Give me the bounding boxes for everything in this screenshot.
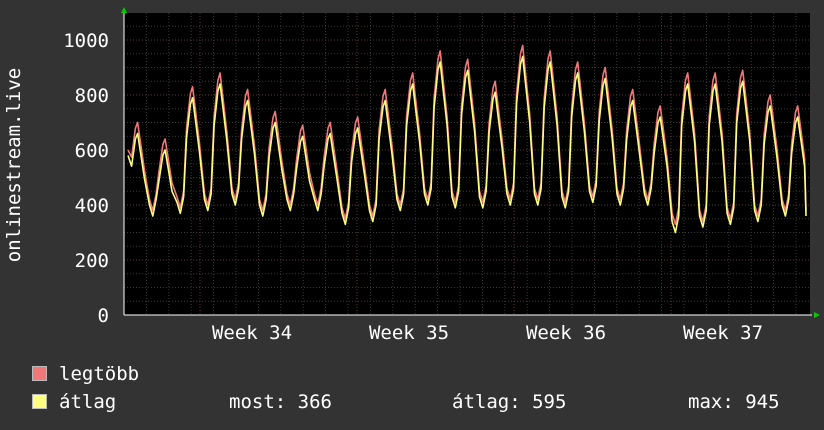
y-tick-labels: 0 200 400 600 800 1000 — [63, 30, 109, 327]
y-axis-arrow — [121, 7, 127, 13]
legend-label-avg: átlag — [59, 391, 117, 413]
y-tick-label: 800 — [75, 85, 109, 107]
legend-swatch-avg — [32, 394, 47, 409]
y-tick-label: 1000 — [63, 30, 109, 52]
stat-now: most: 366 — [229, 391, 332, 413]
stat-avg: átlag: 595 — [452, 391, 567, 413]
x-tick-label: Week 36 — [526, 322, 606, 344]
x-tick-labels: Week 34 Week 35 Week 36 Week 37 — [212, 322, 763, 344]
y-tick-label: 0 — [98, 305, 109, 327]
y-tick-label: 600 — [75, 140, 109, 162]
y-tick-label: 200 — [75, 250, 109, 272]
legend-row-max: legtöbb — [32, 363, 332, 386]
y-tick-label: 400 — [75, 195, 109, 217]
x-axis-arrow — [814, 312, 820, 318]
legend-swatch-max — [32, 366, 47, 381]
x-tick-label: Week 35 — [369, 322, 449, 344]
x-tick-label: Week 34 — [212, 322, 292, 344]
legend-row-avg: átlag most: 366 átlag: 595 max: 945 — [32, 391, 802, 414]
x-tick-label: Week 37 — [683, 322, 763, 344]
stat-max: max: 945 — [688, 391, 780, 413]
legend-label-max: legtöbb — [59, 363, 140, 385]
y-axis-label: onlinestream.live — [3, 68, 25, 262]
